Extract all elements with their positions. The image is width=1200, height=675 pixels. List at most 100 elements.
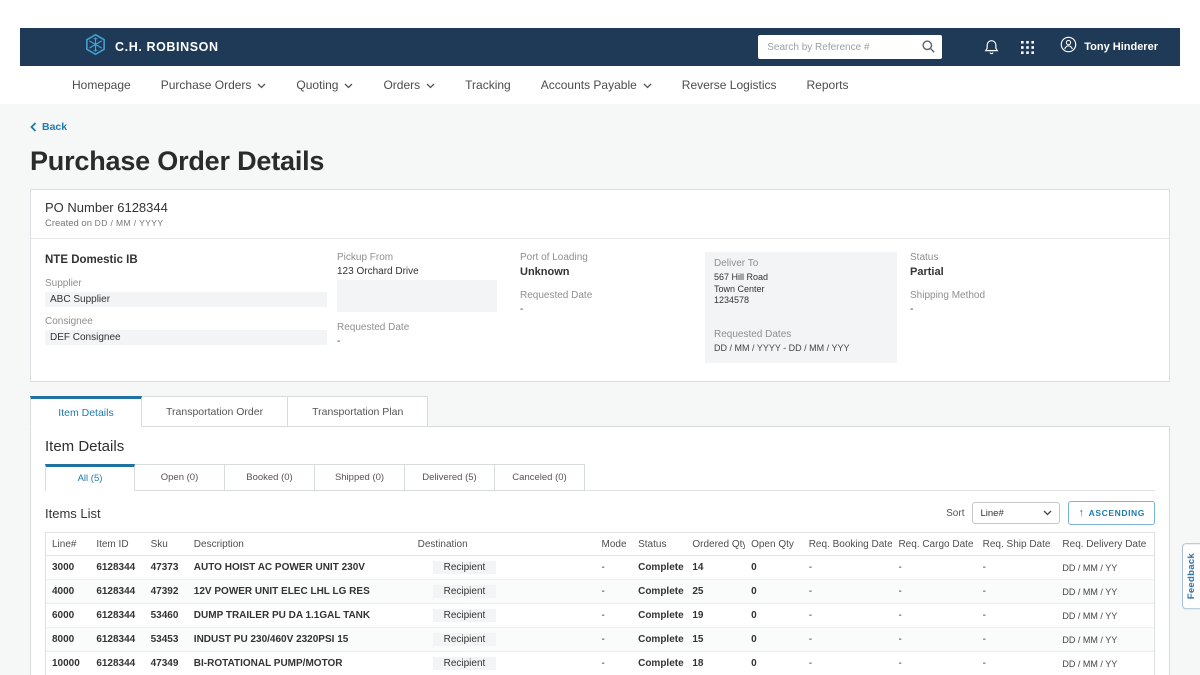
cell-open_qty: 0 xyxy=(745,556,803,580)
cell-ordered_qty: 18 xyxy=(686,652,745,675)
cell-req_delivery_date: DD / MM / YY xyxy=(1056,580,1154,604)
cell-open_qty: 0 xyxy=(745,604,803,628)
nav-item-label: Tracking xyxy=(465,78,511,92)
deliver-to-column: Deliver To 567 Hill Road Town Center 123… xyxy=(705,252,910,363)
order-type: NTE Domestic IB xyxy=(45,254,337,266)
po-header: PO Number 6128344 Created on DD / MM / Y… xyxy=(31,190,1169,239)
items-list-title: Items List xyxy=(45,506,101,521)
consignee-label: Consignee xyxy=(45,316,337,327)
nav-item-quoting[interactable]: Quoting xyxy=(296,78,353,92)
cell-ordered_qty: 15 xyxy=(686,628,745,652)
user-menu[interactable]: Tony Hinderer xyxy=(1060,36,1158,58)
pickup-requested-date-label: Requested Date xyxy=(337,322,520,333)
cell-req_booking_date: - xyxy=(803,580,893,604)
chevron-down-icon xyxy=(426,83,435,89)
cell-line: 10000 xyxy=(46,652,90,675)
nav-item-purchase-orders[interactable]: Purchase Orders xyxy=(161,78,267,92)
nav-item-orders[interactable]: Orders xyxy=(383,78,435,92)
chevron-down-icon xyxy=(257,83,266,89)
filter-tab-canceled-0[interactable]: Canceled (0) xyxy=(495,464,585,491)
port-requested-date-value: - xyxy=(520,304,705,315)
cell-open_qty: 0 xyxy=(745,652,803,675)
filter-tab-shipped-0[interactable]: Shipped (0) xyxy=(315,464,405,491)
tab-transportation-plan[interactable]: Transportation Plan xyxy=(288,396,428,427)
cell-mode: - xyxy=(596,604,633,628)
cell-destination: Recipient xyxy=(412,604,596,628)
cell-line: 6000 xyxy=(46,604,90,628)
cell-destination: Recipient xyxy=(412,652,596,675)
cell-req_delivery_date: DD / MM / YY xyxy=(1056,556,1154,580)
cell-description: DUMP TRAILER PU DA 1.1GAL TANK xyxy=(188,604,412,628)
cell-description: BI-ROTATIONAL PUMP/MOTOR xyxy=(188,652,412,675)
search-icon[interactable] xyxy=(921,39,936,59)
nav-item-accounts-payable[interactable]: Accounts Payable xyxy=(541,78,652,92)
filter-tab-open-0[interactable]: Open (0) xyxy=(135,464,225,491)
nav-item-homepage[interactable]: Homepage xyxy=(72,78,131,92)
col-header-status: Status xyxy=(632,533,686,556)
notifications-bell-icon[interactable] xyxy=(984,39,999,55)
back-link[interactable]: Back xyxy=(30,121,67,133)
cell-req_ship_date: - xyxy=(977,580,1057,604)
table-row[interactable]: 8000612834453453INDUST PU 230/460V 2320P… xyxy=(46,628,1154,652)
cell-ordered_qty: 25 xyxy=(686,580,745,604)
po-parties-column: NTE Domestic IB Supplier ABC Supplier Co… xyxy=(45,252,337,363)
cell-req_cargo_date: - xyxy=(892,652,976,675)
cell-line: 3000 xyxy=(46,556,90,580)
col-header-ordered_qty: Ordered Qty xyxy=(686,533,745,556)
arrow-up-icon: ↑ xyxy=(1078,507,1084,519)
nav-item-reverse-logistics[interactable]: Reverse Logistics xyxy=(682,78,777,92)
cell-status: Complete xyxy=(632,556,686,580)
cell-description: 12V POWER UNIT ELEC LHL LG RES xyxy=(188,580,412,604)
destination-value: Recipient xyxy=(433,633,497,646)
cell-ordered_qty: 19 xyxy=(686,604,745,628)
table-row[interactable]: 400061283444739212V POWER UNIT ELEC LHL … xyxy=(46,580,1154,604)
brand-logo-icon xyxy=(84,33,107,61)
page-title: Purchase Order Details xyxy=(30,146,1170,177)
sort-select[interactable]: Line# xyxy=(972,502,1060,524)
top-margin xyxy=(0,0,1200,28)
filter-tab-delivered-5[interactable]: Delivered (5) xyxy=(405,464,495,491)
destination-value: Recipient xyxy=(433,585,497,598)
section-heading: Item Details xyxy=(45,438,1155,455)
status-badge: Partial xyxy=(910,266,1155,278)
items-toolbar: Items List Sort Line# ↑ ASCENDING xyxy=(45,501,1155,525)
filter-tab-booked-0[interactable]: Booked (0) xyxy=(225,464,315,491)
nav-item-reports[interactable]: Reports xyxy=(807,78,849,92)
apps-grid-icon[interactable] xyxy=(1021,41,1034,54)
cell-open_qty: 0 xyxy=(745,628,803,652)
table-row[interactable]: 3000612834447373AUTO HOIST AC POWER UNIT… xyxy=(46,556,1154,580)
cell-status: Complete xyxy=(632,604,686,628)
col-header-mode: Mode xyxy=(596,533,633,556)
cell-sku: 47349 xyxy=(145,652,188,675)
cell-req_ship_date: - xyxy=(977,604,1057,628)
nav-item-label: Purchase Orders xyxy=(161,78,252,92)
sort-direction-button[interactable]: ↑ ASCENDING xyxy=(1068,501,1155,525)
cell-req_cargo_date: - xyxy=(892,580,976,604)
nav-item-label: Orders xyxy=(383,78,420,92)
item-status-filters: All (5)Open (0)Booked (0)Shipped (0)Deli… xyxy=(45,464,1155,491)
cell-mode: - xyxy=(596,628,633,652)
tab-item-details[interactable]: Item Details xyxy=(30,396,142,427)
cell-sku: 47392 xyxy=(145,580,188,604)
po-detail-tabs: Item DetailsTransportation OrderTranspor… xyxy=(30,396,1170,427)
table-header-row: Line#Item IDSkuDescriptionDestinationMod… xyxy=(46,533,1154,556)
reference-search xyxy=(758,35,942,59)
cell-req_booking_date: - xyxy=(803,628,893,652)
table-row[interactable]: 6000612834453460DUMP TRAILER PU DA 1.1GA… xyxy=(46,604,1154,628)
brand[interactable]: C.H. ROBINSON xyxy=(84,33,219,61)
destination-value: Recipient xyxy=(433,609,497,622)
cell-sku: 47373 xyxy=(145,556,188,580)
nav-item-tracking[interactable]: Tracking xyxy=(465,78,511,92)
cell-ordered_qty: 14 xyxy=(686,556,745,580)
redacted-address-block xyxy=(337,280,497,312)
sort-label: Sort xyxy=(946,508,964,519)
filter-tab-all-5[interactable]: All (5) xyxy=(45,464,135,491)
search-input[interactable] xyxy=(758,35,942,59)
feedback-button[interactable]: Feedback xyxy=(1182,543,1200,609)
user-avatar-icon xyxy=(1060,36,1077,58)
cell-destination: Recipient xyxy=(412,556,596,580)
tab-transportation-order[interactable]: Transportation Order xyxy=(142,396,288,427)
col-header-open_qty: Open Qty xyxy=(745,533,803,556)
table-row[interactable]: 10000612834447349BI-ROTATIONAL PUMP/MOTO… xyxy=(46,652,1154,675)
col-header-req_cargo_date: Req. Cargo Date xyxy=(892,533,976,556)
